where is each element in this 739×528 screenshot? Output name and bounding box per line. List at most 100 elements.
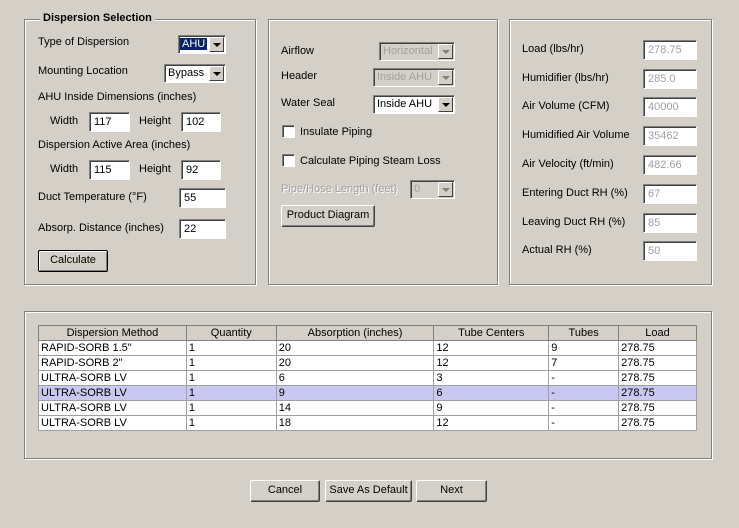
table-cell: ULTRA-SORB LV [38, 400, 187, 416]
active-height-input[interactable]: 92 [181, 160, 221, 180]
mounting-location-select[interactable]: Bypass [164, 64, 226, 83]
humidifier-label: Humidifier (lbs/hr) [522, 72, 609, 84]
load-field: 278.75 [643, 40, 697, 60]
type-of-dispersion-label: Type of Dispersion [38, 36, 130, 48]
next-button[interactable]: Next [416, 480, 487, 502]
table-cell: 278.75 [618, 355, 697, 371]
table-cell: - [548, 400, 620, 416]
absorption-distance-label: Absorp. Distance (inches) [38, 222, 164, 234]
insulate-piping-label[interactable]: Insulate Piping [300, 126, 372, 138]
humidified-air-volume-label: Humidified Air Volume [522, 129, 630, 141]
dispersion-selection-title: Dispersion Selection [40, 12, 155, 24]
table-cell: ULTRA-SORB LV [38, 385, 187, 401]
dispersion-selection-group [24, 19, 256, 285]
column-header[interactable]: Absorption (inches) [275, 325, 435, 341]
header-value: Inside AHU [377, 71, 433, 83]
table-row[interactable]: ULTRA-SORB LV 1 14 9 - 278.75 [38, 400, 697, 416]
table-row[interactable]: RAPID-SORB 2" 1 20 12 7 278.75 [38, 355, 697, 371]
header-label: Header [281, 70, 318, 82]
column-header[interactable]: Quantity [185, 325, 277, 341]
ahu-height-label: Height [139, 115, 171, 127]
leaving-duct-rh-field: 85 [643, 213, 697, 233]
table-cell: 1 [185, 415, 277, 431]
ahu-width-label: Width [50, 115, 79, 127]
table-cell: 14 [275, 400, 435, 416]
product-diagram-button[interactable]: Product Diagram [281, 205, 375, 227]
table-cell: 12 [433, 340, 550, 356]
table-cell: 20 [275, 355, 435, 371]
active-width-input[interactable]: 115 [89, 160, 130, 180]
ahu-height-input[interactable]: 102 [181, 112, 221, 132]
active-width-label: Width [50, 163, 79, 175]
insulate-piping-checkbox[interactable] [282, 125, 295, 138]
airflow-select[interactable]: Horizontal [379, 42, 455, 61]
table-cell: 6 [433, 385, 550, 401]
table-cell: - [548, 415, 620, 431]
air-velocity-field: 482.66 [643, 155, 697, 175]
table-cell: 278.75 [618, 385, 697, 401]
table-cell: ULTRA-SORB LV [38, 415, 187, 431]
steam-loss-checkbox[interactable] [282, 154, 295, 167]
table-cell: 278.75 [618, 415, 697, 431]
table-cell: 3 [433, 370, 550, 386]
table-row[interactable]: ULTRA-SORB LV 1 6 3 - 278.75 [38, 370, 697, 386]
ahu-width-input[interactable]: 117 [89, 112, 130, 132]
table-cell: 12 [433, 355, 550, 371]
leaving-duct-rh-label: Leaving Duct RH (%) [522, 216, 626, 228]
actual-rh-field: 50 [643, 241, 697, 261]
type-of-dispersion-select[interactable]: AHU [178, 35, 226, 54]
duct-temperature-input[interactable]: 55 [179, 188, 226, 208]
column-header[interactable]: Tube Centers [433, 325, 550, 341]
pipe-length-select[interactable]: 0 [410, 180, 455, 199]
pipe-length-label: Pipe/Hose Length (feet) [281, 183, 398, 195]
calculate-button[interactable]: Calculate [38, 250, 108, 272]
actual-rh-label: Actual RH (%) [522, 244, 592, 256]
column-header[interactable]: Dispersion Method [38, 325, 187, 341]
chevron-down-icon[interactable] [438, 97, 453, 112]
chevron-down-icon[interactable] [209, 37, 224, 52]
active-height-label: Height [139, 163, 171, 175]
entering-duct-rh-label: Entering Duct RH (%) [522, 187, 628, 199]
air-volume-field: 40000 [643, 97, 697, 117]
chevron-down-icon[interactable] [209, 66, 224, 81]
absorption-distance-input[interactable]: 22 [179, 219, 226, 239]
air-velocity-label: Air Velocity (ft/min) [522, 158, 614, 170]
table-row[interactable]: RAPID-SORB 1.5" 1 20 12 9 278.75 [38, 340, 697, 356]
chevron-down-icon[interactable] [438, 44, 453, 59]
table-row-selected[interactable]: ULTRA-SORB LV 1 9 6 - 278.75 [38, 385, 697, 401]
table-cell: 6 [275, 370, 435, 386]
humidified-air-volume-field: 35462 [643, 126, 697, 146]
airflow-label: Airflow [281, 45, 315, 57]
steam-loss-label[interactable]: Calculate Piping Steam Loss [300, 155, 441, 167]
load-label: Load (lbs/hr) [522, 43, 584, 55]
airflow-value: Horizontal [383, 45, 433, 57]
header-select[interactable]: Inside AHU [373, 68, 455, 87]
water-seal-value: Inside AHU [377, 98, 433, 110]
table-cell: 1 [185, 355, 277, 371]
table-cell: 12 [433, 415, 550, 431]
table-cell: 278.75 [618, 370, 697, 386]
water-seal-label: Water Seal [281, 97, 336, 109]
humidifier-field: 285.0 [643, 69, 697, 89]
table-cell: 7 [548, 355, 620, 371]
table-row[interactable]: ULTRA-SORB LV 1 18 12 - 278.75 [38, 415, 697, 431]
ahu-dimensions-label: AHU Inside Dimensions (inches) [38, 91, 197, 103]
chevron-down-icon[interactable] [438, 182, 453, 197]
duct-temperature-label: Duct Temperature (°F) [38, 191, 147, 203]
table-cell: 9 [433, 400, 550, 416]
water-seal-select[interactable]: Inside AHU [373, 95, 455, 114]
dispersion-results-table[interactable]: Dispersion Method Quantity Absorption (i… [38, 325, 697, 431]
column-header[interactable]: Load [618, 325, 697, 341]
mounting-location-label: Mounting Location [38, 65, 128, 77]
table-cell: 278.75 [618, 340, 697, 356]
save-as-default-button[interactable]: Save As Default [325, 480, 412, 502]
table-cell: 1 [185, 400, 277, 416]
column-header[interactable]: Tubes [548, 325, 620, 341]
chevron-down-icon[interactable] [438, 70, 453, 85]
table-cell: 278.75 [618, 400, 697, 416]
table-header-row: Dispersion Method Quantity Absorption (i… [38, 325, 697, 341]
entering-duct-rh-field: 67 [643, 184, 697, 204]
cancel-button[interactable]: Cancel [250, 480, 320, 502]
table-cell: 1 [185, 385, 277, 401]
table-cell: 18 [275, 415, 435, 431]
